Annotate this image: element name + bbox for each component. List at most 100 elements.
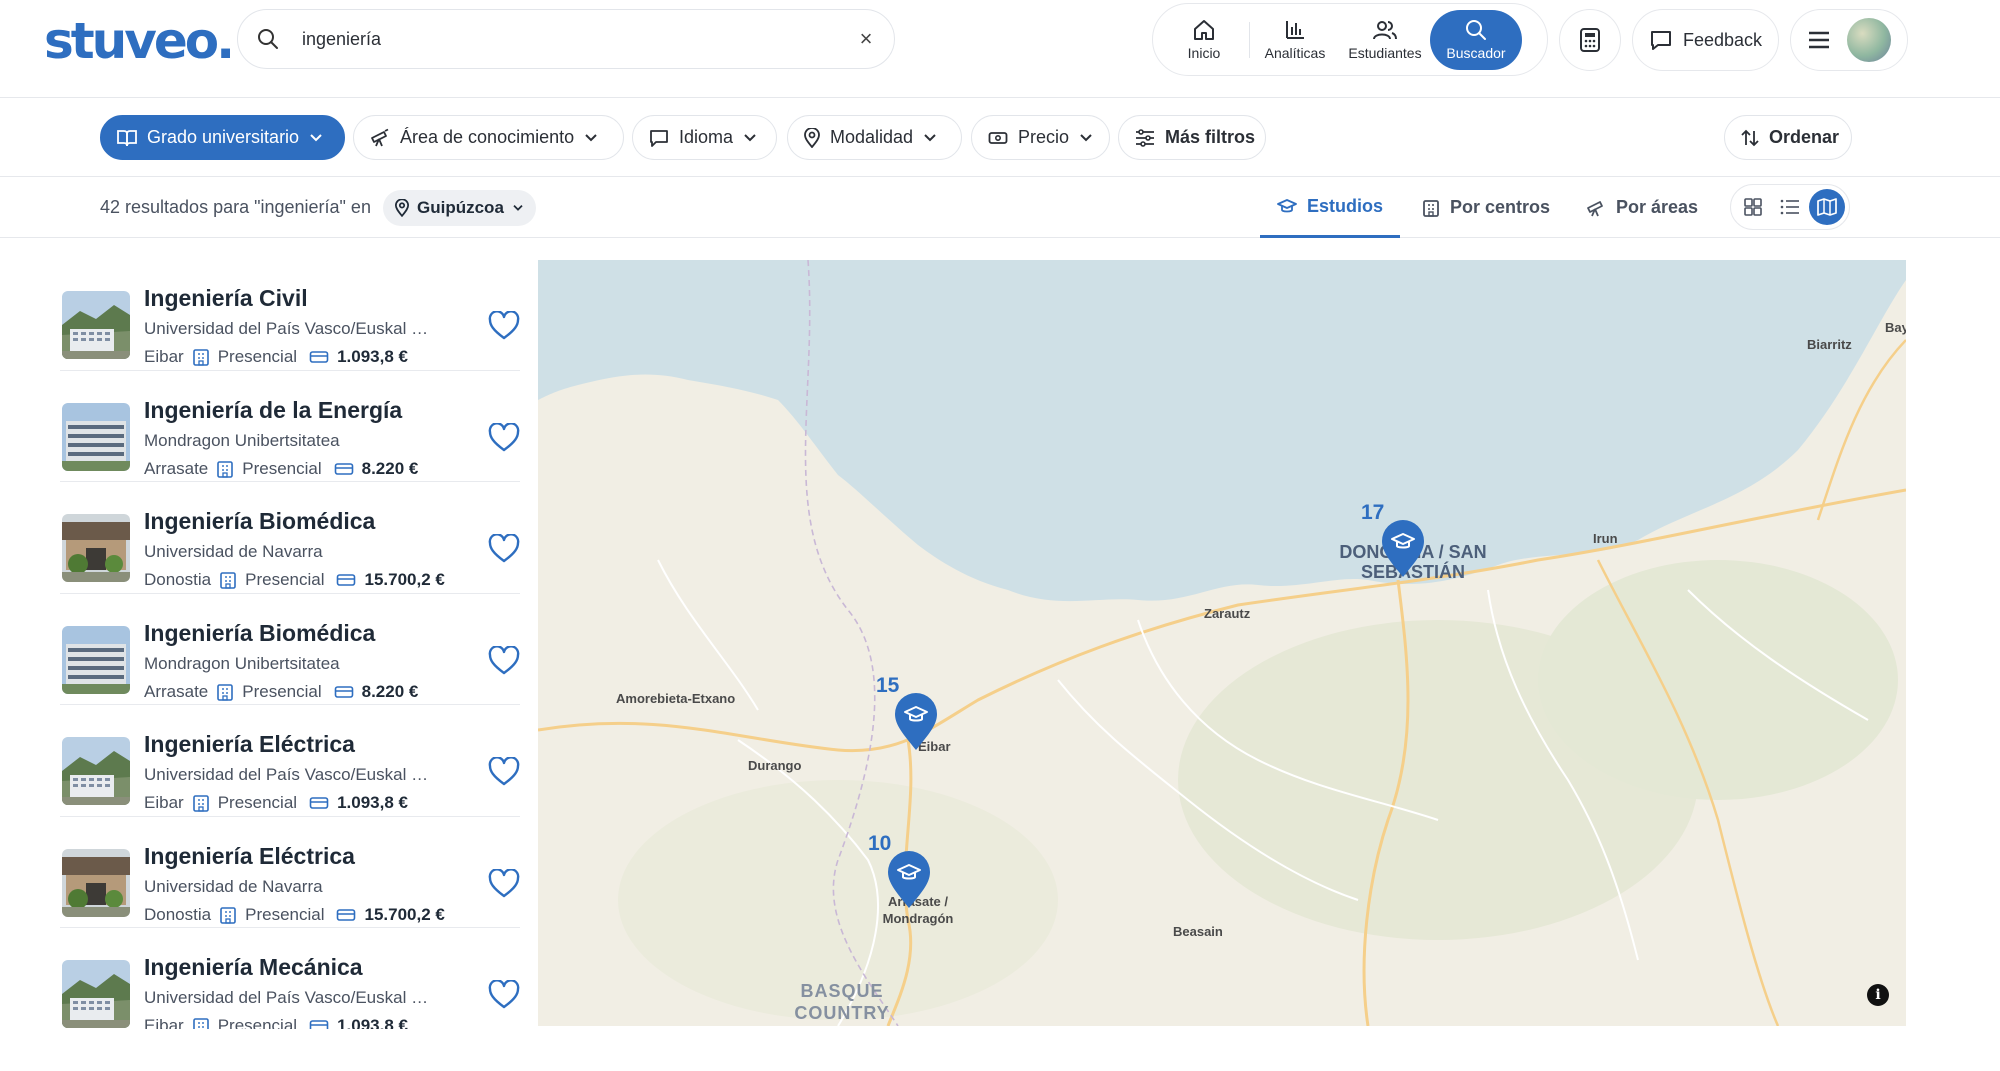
stuveo-logo[interactable]: stuveo. xyxy=(44,12,235,70)
nav-label: Inicio xyxy=(1187,45,1221,61)
heart-icon[interactable] xyxy=(488,534,520,564)
degree-title[interactable]: Ingeniería Biomédica xyxy=(144,620,375,647)
nav-inicio[interactable]: Inicio xyxy=(1159,10,1249,70)
map-pin-arrasate[interactable] xyxy=(886,850,932,910)
building-icon xyxy=(1422,199,1440,217)
banknote-icon xyxy=(334,684,354,700)
nav-label: Buscador xyxy=(1446,45,1506,61)
list-item[interactable]: Ingeniería de la Energía Mondragon Unibe… xyxy=(60,371,520,482)
university-name: Mondragon Unibertsitatea xyxy=(144,430,340,450)
search-bar[interactable]: ingeniería × xyxy=(237,9,895,69)
location-pin-icon xyxy=(395,199,409,217)
degree-thumbnail xyxy=(62,625,130,694)
location-label: Guipúzcoa xyxy=(417,198,504,217)
user-menu-button[interactable] xyxy=(1790,9,1908,71)
home-icon xyxy=(1192,18,1216,42)
degree-title[interactable]: Ingeniería Biomédica xyxy=(144,508,375,535)
degree-title[interactable]: Ingeniería de la Energía xyxy=(144,397,402,424)
filter-label: Modalidad xyxy=(830,127,914,147)
degree-meta: Donostia Presencial 15.700,2 € xyxy=(144,570,445,590)
map-pin-eibar[interactable] xyxy=(893,692,939,752)
heart-icon[interactable] xyxy=(488,980,520,1010)
search-icon xyxy=(256,27,280,51)
map-view-icon[interactable] xyxy=(1808,189,1845,225)
nav-estudiantes[interactable]: Estudiantes xyxy=(1340,10,1430,70)
map-label-durango: Durango xyxy=(748,758,802,773)
list-view-icon[interactable] xyxy=(1772,189,1808,225)
heart-icon[interactable] xyxy=(488,868,520,899)
price-label: 1.093,8 € xyxy=(337,347,408,366)
chat-bubble-icon xyxy=(649,128,669,148)
banknote-icon xyxy=(334,461,354,477)
map-label-biarritz: Biarritz xyxy=(1807,337,1852,352)
bar-chart-icon xyxy=(1283,18,1307,42)
results-bar: 42 resultados para "ingeniería" en Guipú… xyxy=(0,177,2000,238)
calculator-button[interactable] xyxy=(1559,9,1621,71)
city-label: Arrasate xyxy=(144,681,209,701)
degree-meta: Arrasate Presencial 8.220 € xyxy=(144,459,418,479)
building-icon xyxy=(216,460,234,478)
location-pin-icon xyxy=(804,127,820,148)
list-item[interactable]: Ingeniería Biomédica Mondragon Unibertsi… xyxy=(60,594,520,705)
search-input[interactable]: ingeniería xyxy=(302,29,852,50)
tab-label: Por centros xyxy=(1450,197,1551,217)
list-item[interactable]: Ingeniería Civil Universidad del País Va… xyxy=(60,259,520,371)
clear-search-icon[interactable]: × xyxy=(852,26,880,52)
heart-icon[interactable] xyxy=(488,757,520,787)
nav-buscador[interactable]: Buscador xyxy=(1430,9,1522,70)
university-name: Universidad del País Vasco/Euskal Herrik… xyxy=(144,319,434,338)
degree-meta: Eibar Presencial 1.093,8 € xyxy=(144,347,408,367)
chevron-down-icon xyxy=(923,133,937,143)
tab-por-centros[interactable]: Por centros xyxy=(1422,177,1550,238)
location-selector[interactable]: Guipúzcoa xyxy=(383,190,536,226)
tab-estudios[interactable]: Estudios xyxy=(1260,177,1400,238)
tab-por-areas[interactable]: Por áreas xyxy=(1586,177,1698,238)
university-name: Mondragon Unibertsitatea xyxy=(144,653,340,673)
filter-grado[interactable]: Grado universitario xyxy=(100,115,345,160)
heart-icon[interactable] xyxy=(488,311,520,341)
list-item[interactable]: Ingeniería Eléctrica Universidad del Paí… xyxy=(60,705,520,817)
degree-meta: Arrasate Presencial 8.220 € xyxy=(144,682,418,702)
map-label-amorebieta: Amorebieta-Etxano xyxy=(616,691,736,706)
map-info-icon[interactable]: i xyxy=(1867,984,1889,1006)
city-label: Eibar xyxy=(144,1016,184,1029)
list-item[interactable]: Ingeniería Eléctrica Universidad de Nava… xyxy=(60,817,520,928)
chevron-down-icon xyxy=(743,133,757,143)
degree-title[interactable]: Ingeniería Eléctrica xyxy=(144,731,355,758)
filter-mas-filtros[interactable]: Más filtros xyxy=(1118,115,1266,160)
main-nav: Inicio Analíticas Estudiantes Buscador xyxy=(1152,3,1548,76)
grid-view-icon[interactable] xyxy=(1735,189,1771,225)
modality-label: Presencial xyxy=(217,793,298,812)
filter-label: Grado universitario xyxy=(147,127,300,147)
banknote-icon xyxy=(336,907,356,923)
heart-icon[interactable] xyxy=(488,422,520,453)
modality-label: Presencial xyxy=(217,347,298,366)
hamburger-menu-icon xyxy=(1807,30,1831,50)
nav-analiticas[interactable]: Analíticas xyxy=(1250,10,1340,70)
university-name: Universidad de Navarra xyxy=(144,542,323,561)
filter-idioma[interactable]: Idioma xyxy=(632,115,777,160)
degree-title[interactable]: Ingeniería Civil xyxy=(144,285,308,312)
banknote-icon xyxy=(309,795,329,811)
building-icon xyxy=(216,683,234,701)
filter-bar: Grado universitario Área de conocimiento… xyxy=(0,98,2000,177)
filter-area[interactable]: Área de conocimiento xyxy=(353,115,624,160)
list-item[interactable]: Ingeniería Biomédica Universidad de Nava… xyxy=(60,482,520,594)
degree-title[interactable]: Ingeniería Eléctrica xyxy=(144,843,355,870)
map-label-zarautz: Zarautz xyxy=(1204,606,1251,621)
filter-precio[interactable]: Precio xyxy=(971,115,1110,160)
degree-title[interactable]: Ingeniería Mecánica xyxy=(144,954,363,981)
modality-label: Presencial xyxy=(217,1016,298,1029)
banknote-icon xyxy=(336,572,356,588)
book-icon xyxy=(117,129,137,147)
map-pin-donostia[interactable] xyxy=(1380,519,1426,579)
avatar xyxy=(1847,18,1891,62)
results-map[interactable]: Biarritz Bay Irun Zarautz Amorebieta-Etx… xyxy=(538,260,1906,1026)
sort-button[interactable]: Ordenar xyxy=(1724,115,1852,160)
list-item[interactable]: Ingeniería Mecánica Universidad del País… xyxy=(60,928,520,1029)
filter-modalidad[interactable]: Modalidad xyxy=(787,115,962,160)
nav-label: Analíticas xyxy=(1264,45,1326,61)
feedback-button[interactable]: Feedback xyxy=(1632,9,1779,71)
heart-icon[interactable] xyxy=(488,645,520,676)
feedback-label: Feedback xyxy=(1682,29,1763,50)
